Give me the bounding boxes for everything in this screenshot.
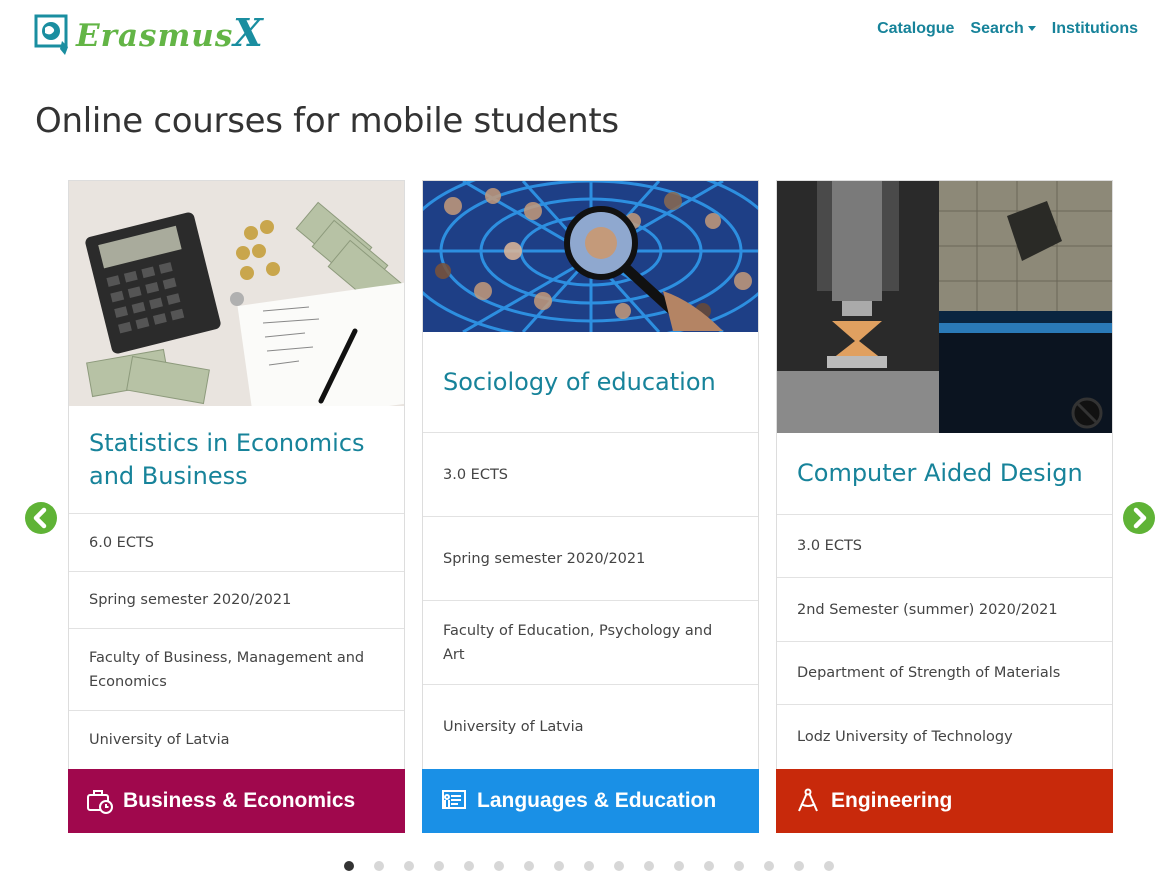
nav-catalogue[interactable]: Catalogue (877, 20, 954, 38)
logo-mark-icon (34, 11, 74, 55)
course-faculty: Department of Strength of Materials (777, 642, 1112, 705)
category-engineering[interactable]: Engineering (776, 769, 1113, 833)
carousel-indicator-dot[interactable] (764, 861, 774, 871)
category-languages-education[interactable]: Languages & Education (422, 769, 759, 833)
chevron-left-icon (33, 507, 47, 529)
course-semester: Spring semester 2020/2021 (69, 572, 404, 629)
carousel-next-button[interactable] (1123, 502, 1155, 534)
course-ects: 6.0 ECTS (69, 514, 404, 572)
course-faculty: Faculty of Education, Psychology and Art (423, 601, 758, 685)
logo[interactable]: ErasmusX (34, 8, 264, 55)
carousel-indicator-dot[interactable] (584, 861, 594, 871)
compass-icon (793, 786, 823, 816)
carousel-indicator-dot[interactable] (554, 861, 564, 871)
carousel-indicator-dot[interactable] (374, 861, 384, 871)
carousel-indicator-dot[interactable] (704, 861, 714, 871)
carousel-indicators (344, 861, 834, 871)
course-card[interactable]: Sociology of education 3.0 ECTS Spring s… (422, 180, 759, 833)
course-university: Lodz University of Technology (797, 729, 1013, 745)
course-university: University of Latvia (89, 732, 230, 748)
certificate-icon (439, 786, 469, 816)
carousel-indicator-dot[interactable] (644, 861, 654, 871)
course-title-link[interactable]: Statistics in Economics and Business (69, 406, 404, 514)
carousel-indicator-dot[interactable] (674, 861, 684, 871)
nav-search-label: Search (970, 20, 1024, 37)
category-business-economics[interactable]: Business & Economics (68, 769, 405, 833)
course-title-link[interactable]: Computer Aided Design (777, 433, 1112, 515)
briefcase-clock-icon (85, 786, 115, 816)
course-card[interactable]: Computer Aided Design 3.0 ECTS 2nd Semes… (776, 180, 1113, 833)
category-label: Languages & Education (477, 789, 717, 812)
course-semester: Spring semester 2020/2021 (423, 517, 758, 601)
carousel-indicator-dot[interactable] (794, 861, 804, 871)
course-university: University of Latvia (443, 719, 584, 735)
category-label: Business & Economics (123, 789, 356, 812)
carousel-indicator-dot[interactable] (464, 861, 474, 871)
course-title-link[interactable]: Sociology of education (423, 332, 758, 433)
carousel-indicator-dot[interactable] (494, 861, 504, 871)
faces-magnifier-photo (423, 181, 758, 332)
nav-search-dropdown[interactable]: Search (970, 20, 1036, 38)
carousel-prev-button[interactable] (25, 502, 57, 534)
course-ects: 3.0 ECTS (423, 433, 758, 517)
logo-text: ErasmusX (76, 9, 264, 55)
category-label: Engineering (831, 789, 953, 812)
carousel-indicator-dot[interactable] (344, 861, 354, 871)
page-title: Online courses for mobile students (35, 101, 619, 141)
carousel-indicator-dot[interactable] (524, 861, 534, 871)
caret-down-icon (1027, 25, 1036, 31)
course-faculty: Faculty of Business, Management and Econ… (69, 629, 404, 711)
main-nav: Catalogue Search Institutions (877, 20, 1138, 38)
carousel-indicator-dot[interactable] (404, 861, 414, 871)
course-card[interactable]: Statistics in Economics and Business 6.0… (68, 180, 405, 833)
carousel-indicator-dot[interactable] (734, 861, 744, 871)
calculator-money-photo (69, 181, 404, 406)
carousel-indicator-dot[interactable] (824, 861, 834, 871)
course-ects: 3.0 ECTS (777, 515, 1112, 578)
carousel-indicator-dot[interactable] (434, 861, 444, 871)
material-testing-photo (777, 181, 1112, 433)
nav-institutions[interactable]: Institutions (1052, 20, 1138, 38)
carousel-indicator-dot[interactable] (614, 861, 624, 871)
chevron-right-icon (1133, 507, 1147, 529)
course-semester: 2nd Semester (summer) 2020/2021 (777, 578, 1112, 642)
